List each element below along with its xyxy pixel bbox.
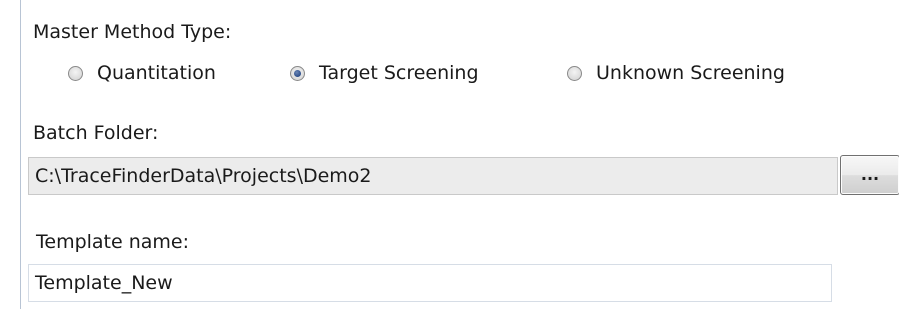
template-name-label: Template name: (36, 231, 190, 253)
radio-button-icon[interactable] (68, 65, 83, 81)
template-name-input[interactable]: Template_New (28, 264, 832, 302)
batch-folder-label: Batch Folder: (33, 122, 159, 144)
radio-quantitation[interactable]: Quantitation (68, 62, 216, 84)
radio-target-screening[interactable]: Target Screening (290, 62, 479, 84)
browse-folder-button[interactable]: ... (840, 155, 899, 195)
radio-label-target-screening[interactable]: Target Screening (319, 62, 479, 84)
radio-button-icon[interactable] (567, 65, 582, 81)
radio-label-unknown-screening[interactable]: Unknown Screening (596, 62, 785, 84)
radio-unknown-screening[interactable]: Unknown Screening (567, 62, 785, 84)
radio-label-quantitation[interactable]: Quantitation (97, 62, 216, 84)
method-type-label: Master Method Type: (33, 21, 232, 43)
radio-button-selected-icon[interactable] (290, 65, 305, 81)
panel-border (20, 0, 21, 309)
batch-folder-field[interactable]: C:\TraceFinderData\Projects\Demo2 (28, 157, 838, 195)
